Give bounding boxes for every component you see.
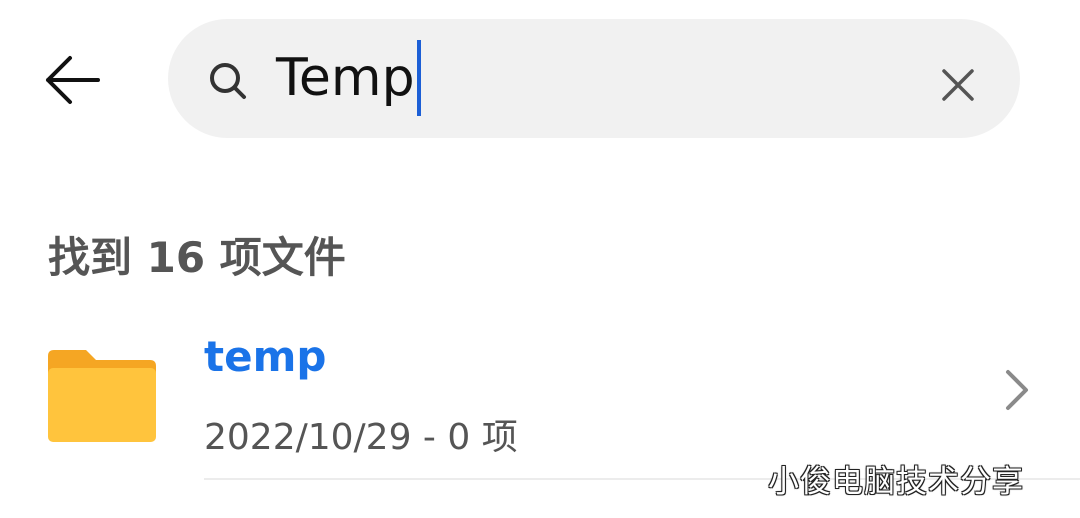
chevron-right-icon [1006,370,1028,410]
file-name: temp [204,332,327,381]
list-item[interactable]: temp 2022/10/29 - 0 项 [0,320,1080,470]
search-input-text: Temp [276,48,415,108]
clear-search-button[interactable] [930,57,986,113]
file-meta: 2022/10/29 - 0 项 [204,417,518,458]
back-button[interactable] [40,48,104,112]
result-count: 找到 16 项文件 [48,233,346,282]
folder-icon [48,350,156,442]
watermark: 小俊电脑技术分享 [768,464,1024,500]
search-icon [210,63,246,99]
close-icon [942,69,974,101]
search-input[interactable]: Temp [276,40,421,116]
search-bar[interactable]: Temp [168,19,1020,138]
arrow-left-icon [46,56,100,104]
text-caret [416,40,421,116]
